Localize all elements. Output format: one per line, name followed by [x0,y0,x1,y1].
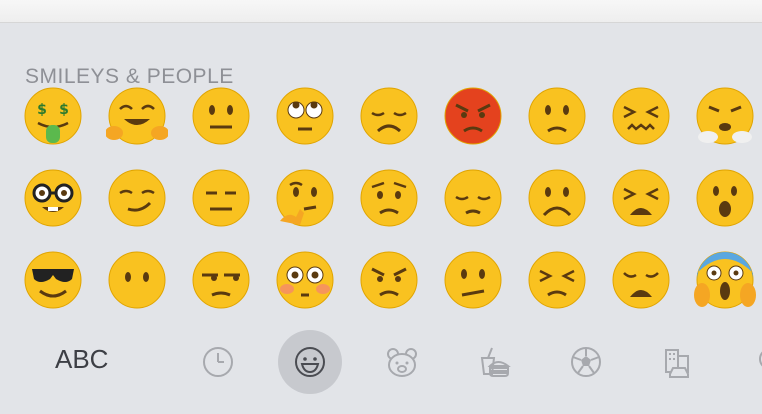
confounded-face-icon [612,87,670,145]
expressionless-face-emoji[interactable] [190,167,274,249]
hugging-face-icon [106,87,168,145]
worried-face-emoji[interactable] [358,167,442,249]
persevering-face-icon [528,251,586,309]
face-screaming-in-fear-emoji[interactable] [694,249,762,331]
unamused-face-emoji[interactable] [190,249,274,331]
soccer-ball-icon [571,347,601,377]
worried-face-icon [360,169,418,227]
pensive-face-emoji[interactable] [442,167,526,249]
neutral-face-emoji[interactable] [190,85,274,167]
tired-face-emoji[interactable] [610,167,694,249]
tired-face-icon [612,169,670,227]
money-mouth-face-icon: $ $ [24,87,82,145]
unamused-face-icon [192,251,250,309]
confused-face-icon [444,251,502,309]
face-with-rolling-eyes-icon [276,87,334,145]
pouting-face-icon [444,87,502,145]
objects-category-tab[interactable] [738,330,762,394]
smiling-face-with-sunglasses-emoji[interactable] [22,249,106,331]
money-mouth-face-emoji[interactable]: $ $ [22,85,106,167]
pouting-face-emoji[interactable] [442,85,526,167]
frowning-face-emoji[interactable] [526,167,610,249]
smiling-face-with-sunglasses-icon [24,251,82,309]
travel-category-tab[interactable] [646,330,710,394]
face-without-mouth-icon [108,251,166,309]
flushed-face-icon [276,251,334,309]
slightly-frowning-face-emoji[interactable] [526,85,610,167]
flushed-face-emoji[interactable] [274,249,358,331]
thinking-face-emoji[interactable] [274,167,358,249]
pensive-face-icon [444,169,502,227]
clock-icon [203,347,233,377]
expressionless-face-icon [192,169,250,227]
face-with-steam-emoji[interactable] [694,85,762,167]
activity-category-tab[interactable] [554,330,618,394]
disappointed-face-emoji[interactable] [358,85,442,167]
face-without-mouth-emoji[interactable] [106,249,190,331]
burger-cup-icon [480,347,511,377]
top-strip [0,0,762,23]
slightly-frowning-face-icon [528,87,586,145]
abc-button[interactable]: ABC [55,344,108,375]
confounded-face-emoji[interactable] [610,85,694,167]
face-with-open-mouth-icon [696,169,754,227]
animals-category-tab[interactable] [370,330,434,394]
face-with-rolling-eyes-emoji[interactable] [274,85,358,167]
face-with-open-mouth-emoji[interactable] [694,167,762,249]
smileys-category-tab[interactable] [278,330,342,394]
food-category-tab[interactable] [462,330,526,394]
face-screaming-in-fear-icon [694,251,756,309]
hugging-face-emoji[interactable] [106,85,190,167]
angry-face-icon [360,251,418,309]
nerd-face-icon [24,169,82,227]
neutral-face-icon [192,87,250,145]
recents-category-tab[interactable] [186,330,250,394]
face-with-steam-icon [696,87,754,145]
angry-face-emoji[interactable] [358,249,442,331]
nerd-face-emoji[interactable] [22,167,106,249]
smiley-icon [295,347,325,377]
category-bar: ABC [0,330,762,394]
weary-face-emoji[interactable] [610,249,694,331]
svg-text:$: $ [37,102,47,118]
persevering-face-emoji[interactable] [526,249,610,331]
confused-face-emoji[interactable] [442,249,526,331]
bear-icon [387,348,417,377]
thinking-face-icon [276,169,334,227]
building-car-icon [665,349,689,378]
lightbulb-icon [759,351,762,367]
svg-text:$: $ [59,102,69,118]
smirking-face-emoji[interactable] [106,167,190,249]
frowning-face-icon [528,169,586,227]
disappointed-face-icon [360,87,418,145]
smirking-face-icon [108,169,166,227]
emoji-grid: $ $ [22,85,762,331]
weary-face-icon [612,251,670,309]
